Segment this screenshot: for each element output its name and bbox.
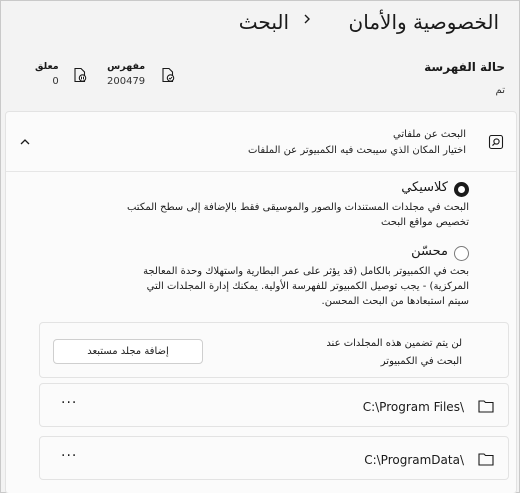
excluded-folder-row: ··· C:\ProgramData\ xyxy=(39,436,509,480)
paused-label: معلق xyxy=(35,61,59,72)
enhanced-option-title[interactable]: محسّن xyxy=(411,244,448,259)
folder-icon xyxy=(478,400,494,413)
chevron-right-icon xyxy=(304,14,310,24)
indexing-status-value: تم xyxy=(495,85,505,96)
excluded-folders-description: لن يتم تضمين هذه المجلدات عند البحث في ا… xyxy=(326,338,462,367)
indexed-count: 200479 xyxy=(107,76,146,87)
find-my-files-subtitle: اختيار المكان الذي سيبحث فيه الكمبيوتر ع… xyxy=(247,145,466,156)
excluded-folders-panel: إضافة مجلد مستبعد لن يتم تضمين هذه المجل… xyxy=(39,322,509,378)
indexing-status-title: حالة الفهرسة xyxy=(424,60,505,74)
paused-count: 0 xyxy=(52,76,59,87)
enhanced-option-description: بحث في الكمبيوتر بالكامل (قد يؤثر على عم… xyxy=(143,266,469,307)
find-my-files-header[interactable]: البحث عن ملفاتي اختيار المكان الذي سيبحث… xyxy=(6,112,516,172)
breadcrumb-parent-link[interactable]: البحث xyxy=(239,10,289,34)
excluded-folder-row: ··· C:\Program Files\ xyxy=(39,383,509,427)
folder-icon xyxy=(478,453,494,466)
chevron-up-icon[interactable] xyxy=(18,135,32,149)
folder-path: C:\ProgramData\ xyxy=(364,453,464,467)
classic-option-title[interactable]: كلاسيكي xyxy=(401,180,448,195)
classic-option-description: البحث في مجلدات المستندات والصور والموسي… xyxy=(29,200,469,230)
classic-radio[interactable] xyxy=(454,182,469,197)
indexed-label: مفهرس xyxy=(107,61,146,72)
indexed-document-icon xyxy=(162,67,175,83)
add-excluded-folder-button[interactable]: إضافة مجلد مستبعد xyxy=(53,339,203,364)
more-options-button[interactable]: ··· xyxy=(61,449,77,463)
settings-window: الخصوصية والأمان البحث حالة الفهرسة تم م… xyxy=(0,0,520,493)
enhanced-radio[interactable] xyxy=(454,246,469,261)
folder-path: C:\Program Files\ xyxy=(362,400,464,414)
search-icon xyxy=(488,134,504,150)
more-options-button[interactable]: ··· xyxy=(61,396,77,410)
paused-document-icon xyxy=(74,67,87,83)
indexed-stat: مفهرس 200479 xyxy=(107,61,145,91)
find-my-files-title: البحث عن ملفاتي xyxy=(393,129,466,140)
page-title: الخصوصية والأمان xyxy=(348,10,499,34)
customize-search-locations-link[interactable]: تخصيص مواقع البحث xyxy=(29,215,469,230)
paused-stat: معلق 0 xyxy=(35,61,59,91)
